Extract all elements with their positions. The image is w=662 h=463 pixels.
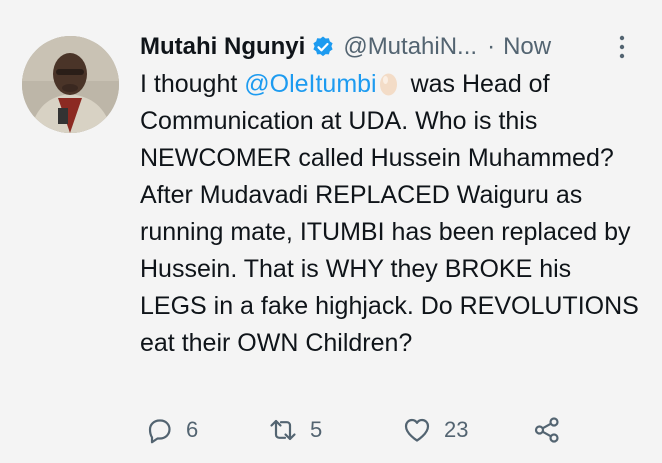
retweet-button[interactable]: 5 bbox=[268, 412, 322, 448]
tweet-text-rest: was Head of Communication at UDA. Who is… bbox=[140, 70, 639, 357]
share-icon bbox=[534, 417, 559, 443]
mention-link[interactable]: @OleItumbi bbox=[244, 70, 376, 98]
egg-emoji-icon bbox=[379, 73, 397, 96]
retweet-count: 5 bbox=[310, 417, 323, 442]
tweet-header: Mutahi Ngunyi @MutahiN... · Now bbox=[140, 30, 551, 64]
retweet-icon bbox=[270, 419, 296, 441]
avatar-photo bbox=[22, 36, 119, 133]
verified-badge-icon bbox=[313, 36, 333, 57]
separator-dot: · bbox=[487, 33, 496, 60]
more-options-icon[interactable] bbox=[612, 34, 632, 60]
reply-icon bbox=[148, 419, 171, 444]
like-icon bbox=[404, 418, 430, 442]
author-name[interactable]: Mutahi Ngunyi bbox=[140, 33, 305, 61]
avatar[interactable] bbox=[22, 36, 119, 133]
reply-count: 6 bbox=[186, 417, 199, 442]
like-count: 23 bbox=[444, 417, 469, 442]
tweet-text: I thought @OleItumbi was Head of Communi… bbox=[140, 66, 640, 362]
like-button[interactable]: 23 bbox=[402, 412, 468, 448]
author-handle[interactable]: @MutahiN... bbox=[343, 33, 477, 61]
tweet: Mutahi Ngunyi @MutahiN... · Now I though… bbox=[0, 0, 662, 463]
reply-button[interactable]: 6 bbox=[144, 412, 198, 448]
action-bar: 6 5 23 bbox=[140, 412, 620, 448]
tweet-text-start: I thought bbox=[140, 70, 245, 98]
share-button[interactable] bbox=[532, 412, 562, 448]
timestamp[interactable]: Now bbox=[503, 33, 551, 61]
